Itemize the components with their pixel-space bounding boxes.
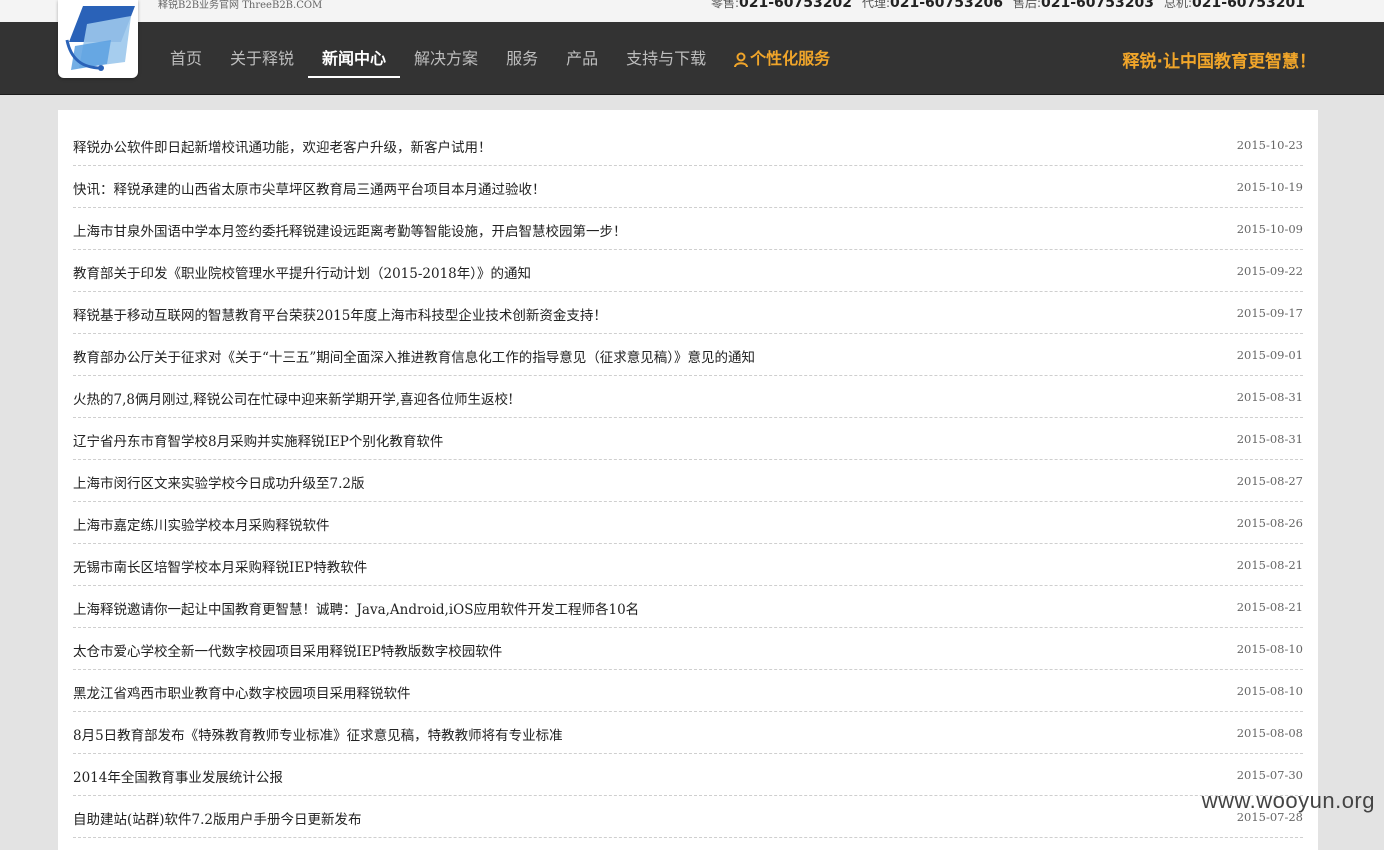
news-row: 太仓市爱心学校全新一代数字校园项目采用释锐IEP特教版数字校园软件 2015-08… xyxy=(73,628,1303,670)
nav-solutions[interactable]: 解决方案 xyxy=(400,44,492,76)
news-title-link[interactable]: 火热的7,8俩月刚过,释锐公司在忙碌中迎来新学期开学,喜迎各位师生返校! xyxy=(73,388,513,408)
news-date: 2015-10-23 xyxy=(1237,138,1303,152)
news-row: 教育部办公厅关于征求对《关于“十三五”期间全面深入推进教育信息化工作的指导意见（… xyxy=(73,334,1303,376)
top-strip: 释锐B2B业务官网 ThreeB2B.COM 零售:021-60753202 代理… xyxy=(0,0,1384,22)
news-date: 2015-08-10 xyxy=(1237,642,1303,656)
news-row: 黑龙江省鸡西市职业教育中心数字校园项目采用释锐软件 2015-08-10 xyxy=(73,670,1303,712)
news-row: 上海市闵行区文来实验学校今日成功升级至7.2版 2015-08-27 xyxy=(73,460,1303,502)
phone-label: 售后: xyxy=(1013,0,1041,10)
news-title-link[interactable]: 黑龙江省鸡西市职业教育中心数字校园项目采用释锐软件 xyxy=(73,682,411,702)
news-date: 2015-08-26 xyxy=(1237,516,1303,530)
news-date: 2015-08-31 xyxy=(1237,432,1303,446)
nav-about[interactable]: 关于释锐 xyxy=(216,44,308,76)
phone-item: 售后:021-60753203 xyxy=(1013,0,1154,10)
news-title-link[interactable]: 释锐办公软件即日起新增校讯通功能，欢迎老客户升级，新客户试用！ xyxy=(73,136,492,156)
news-date: 2015-08-21 xyxy=(1237,558,1303,572)
news-date: 2015-10-19 xyxy=(1237,180,1303,194)
phone-number: 021-60753202 xyxy=(739,0,852,11)
phone-list: 零售:021-60753202代理:021-60753206售后:021-607… xyxy=(701,0,1305,11)
phone-number: 021-60753201 xyxy=(1192,0,1305,11)
news-row: 释锐办公软件即日起新增校讯通功能，欢迎老客户升级，新客户试用！ 2015-10-2… xyxy=(73,124,1303,166)
site-label: 释锐B2B业务官网 ThreeB2B.COM xyxy=(158,0,322,11)
site-logo[interactable] xyxy=(58,0,138,78)
news-row: 辽宁省丹东市育智学校8月采购并实施释锐IEP个别化教育软件 2015-08-31 xyxy=(73,418,1303,460)
phone-item: 零售:021-60753202 xyxy=(711,0,852,10)
news-date: 2015-08-10 xyxy=(1237,684,1303,698)
news-row: 教育部关于印发《职业院校管理水平提升行动计划（2015-2018年）》的通知 20… xyxy=(73,250,1303,292)
phone-number: 021-60753206 xyxy=(890,0,1003,11)
news-list: 释锐办公软件即日起新增校讯通功能，欢迎老客户升级，新客户试用！ 2015-10-2… xyxy=(73,124,1303,838)
nav-item-label: 产品 xyxy=(566,49,598,68)
news-date: 2015-09-01 xyxy=(1237,348,1303,362)
news-row: 上海市嘉定练川实验学校本月采购释锐软件 2015-08-26 xyxy=(73,502,1303,544)
phone-item: 代理:021-60753206 xyxy=(862,0,1003,10)
news-date: 2015-08-08 xyxy=(1237,726,1303,740)
nav-personalized-service[interactable]: 个性化服务 xyxy=(720,44,844,76)
nav-item-label: 新闻中心 xyxy=(322,49,386,68)
news-title-link[interactable]: 2014年全国教育事业发展统计公报 xyxy=(73,766,283,786)
logo-icon xyxy=(61,2,135,74)
user-icon xyxy=(734,52,748,68)
news-title-link[interactable]: 上海市甘泉外国语中学本月签约委托释锐建设远距离考勤等智能设施，开启智慧校园第一步… xyxy=(73,220,627,240)
slogan: 释锐·让中国教育更智慧！ xyxy=(1123,47,1316,72)
nav-menu: 首页 关于释锐 新闻中心 解决方案 服务 产品 支持与下载 个性化服务 xyxy=(156,44,844,76)
news-row: 自助建站(站群)软件7.2版用户手册今日更新发布2015-07-28 xyxy=(73,796,1303,838)
news-title-link[interactable]: 太仓市爱心学校全新一代数字校园项目采用释锐IEP特教版数字校园软件 xyxy=(73,640,502,660)
news-title-link[interactable]: 上海市闵行区文来实验学校今日成功升级至7.2版 xyxy=(73,472,364,492)
main-navbar: 首页 关于释锐 新闻中心 解决方案 服务 产品 支持与下载 个性化服务 释锐·让中国教育更智慧… xyxy=(0,22,1384,95)
phone-number: 021-60753203 xyxy=(1041,0,1154,11)
phone-label: 零售: xyxy=(711,0,739,10)
phone-label: 代理: xyxy=(862,0,890,10)
news-title-link[interactable]: 辽宁省丹东市育智学校8月采购并实施释锐IEP个别化教育软件 xyxy=(73,430,443,450)
nav-item-label: 个性化服务 xyxy=(750,49,830,68)
news-date: 2015-08-31 xyxy=(1237,390,1303,404)
news-row: 上海市甘泉外国语中学本月签约委托释锐建设远距离考勤等智能设施，开启智慧校园第一步… xyxy=(73,208,1303,250)
news-row: 释锐基于移动互联网的智慧教育平台荣获2015年度上海市科技型企业技术创新资金支持… xyxy=(73,292,1303,334)
news-title-link[interactable]: 教育部关于印发《职业院校管理水平提升行动计划（2015-2018年）》的通知 xyxy=(73,262,531,282)
nav-home[interactable]: 首页 xyxy=(156,44,216,76)
news-title-link[interactable]: 上海市嘉定练川实验学校本月采购释锐软件 xyxy=(73,514,330,534)
news-title-link[interactable]: 快讯：释锐承建的山西省太原市尖草坪区教育局三通两平台项目本月通过验收！ xyxy=(73,178,546,198)
news-row: 火热的7,8俩月刚过,释锐公司在忙碌中迎来新学期开学,喜迎各位师生返校! 2015… xyxy=(73,376,1303,418)
news-date: 2015-08-27 xyxy=(1237,474,1303,488)
news-row: 8月5日教育部发布《特殊教育教师专业标准》征求意见稿，特教教师将有专业标准 201… xyxy=(73,712,1303,754)
nav-service[interactable]: 服务 xyxy=(492,44,552,76)
nav-item-label: 首页 xyxy=(170,49,202,68)
news-row: 无锡市南长区培智学校本月采购释锐IEP特教软件 2015-08-21 xyxy=(73,544,1303,586)
news-title-link[interactable]: 无锡市南长区培智学校本月采购释锐IEP特教软件 xyxy=(73,556,367,576)
news-title-link[interactable]: 8月5日教育部发布《特殊教育教师专业标准》征求意见稿，特教教师将有专业标准 xyxy=(73,724,563,744)
nav-item-label: 解决方案 xyxy=(414,49,478,68)
watermark: www.wooyun.org xyxy=(1202,788,1375,814)
news-date: 2015-10-09 xyxy=(1237,222,1303,236)
nav-item-label: 服务 xyxy=(506,49,538,68)
news-date: 2015-09-22 xyxy=(1237,264,1303,278)
news-title-link[interactable]: 教育部办公厅关于征求对《关于“十三五”期间全面深入推进教育信息化工作的指导意见（… xyxy=(73,346,755,366)
news-date: 2015-07-30 xyxy=(1237,768,1303,782)
news-date: 2015-09-17 xyxy=(1237,306,1303,320)
news-title-link[interactable]: 自助建站(站群)软件7.2版用户手册今日更新发布 xyxy=(73,808,362,828)
news-panel: 释锐办公软件即日起新增校讯通功能，欢迎老客户升级，新客户试用！ 2015-10-2… xyxy=(58,110,1318,850)
news-title-link[interactable]: 上海释锐邀请你一起让中国教育更智慧！诚聘：Java,Android,iOS应用软… xyxy=(73,598,639,618)
nav-support-download[interactable]: 支持与下载 xyxy=(612,44,720,76)
news-date: 2015-08-21 xyxy=(1237,600,1303,614)
news-title-link[interactable]: 释锐基于移动互联网的智慧教育平台荣获2015年度上海市科技型企业技术创新资金支持… xyxy=(73,304,607,324)
news-row: 上海释锐邀请你一起让中国教育更智慧！诚聘：Java,Android,iOS应用软… xyxy=(73,586,1303,628)
nav-products[interactable]: 产品 xyxy=(552,44,612,76)
nav-item-label: 关于释锐 xyxy=(230,49,294,68)
news-row: 快讯：释锐承建的山西省太原市尖草坪区教育局三通两平台项目本月通过验收！ 2015-… xyxy=(73,166,1303,208)
news-row: 2014年全国教育事业发展统计公报 2015-07-30 xyxy=(73,754,1303,796)
phone-label: 总机: xyxy=(1164,0,1192,10)
nav-item-label: 支持与下载 xyxy=(626,49,706,68)
phone-item: 总机:021-60753201 xyxy=(1164,0,1305,10)
nav-news[interactable]: 新闻中心 xyxy=(308,44,400,76)
